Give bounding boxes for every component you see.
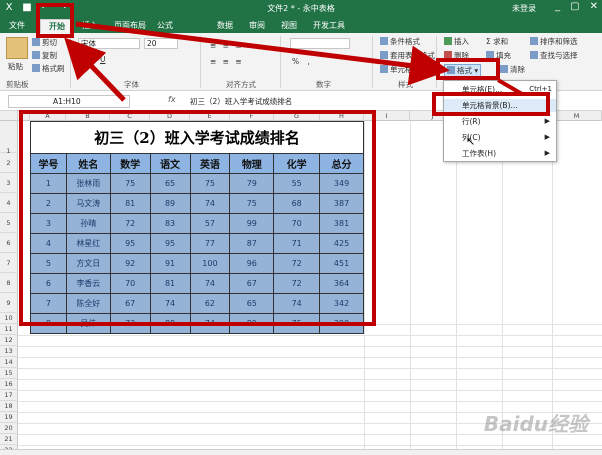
annotation-arrows [64,21,524,102]
mouse-cursor-icon: ↖ [466,135,476,148]
watermark-logo: Baidu经验 [483,412,588,436]
arrow-to-format-button [75,21,450,86]
arrow-to-home-tab [64,37,126,102]
spreadsheet-window: X ■ ↶ ↷ 文件2 * - 永中表格 未登录 _ ▢ ✕ 文件 开始 插入 … [0,0,602,455]
arrow-to-cell-background [496,78,524,96]
sheet-tab-bar [0,449,602,455]
